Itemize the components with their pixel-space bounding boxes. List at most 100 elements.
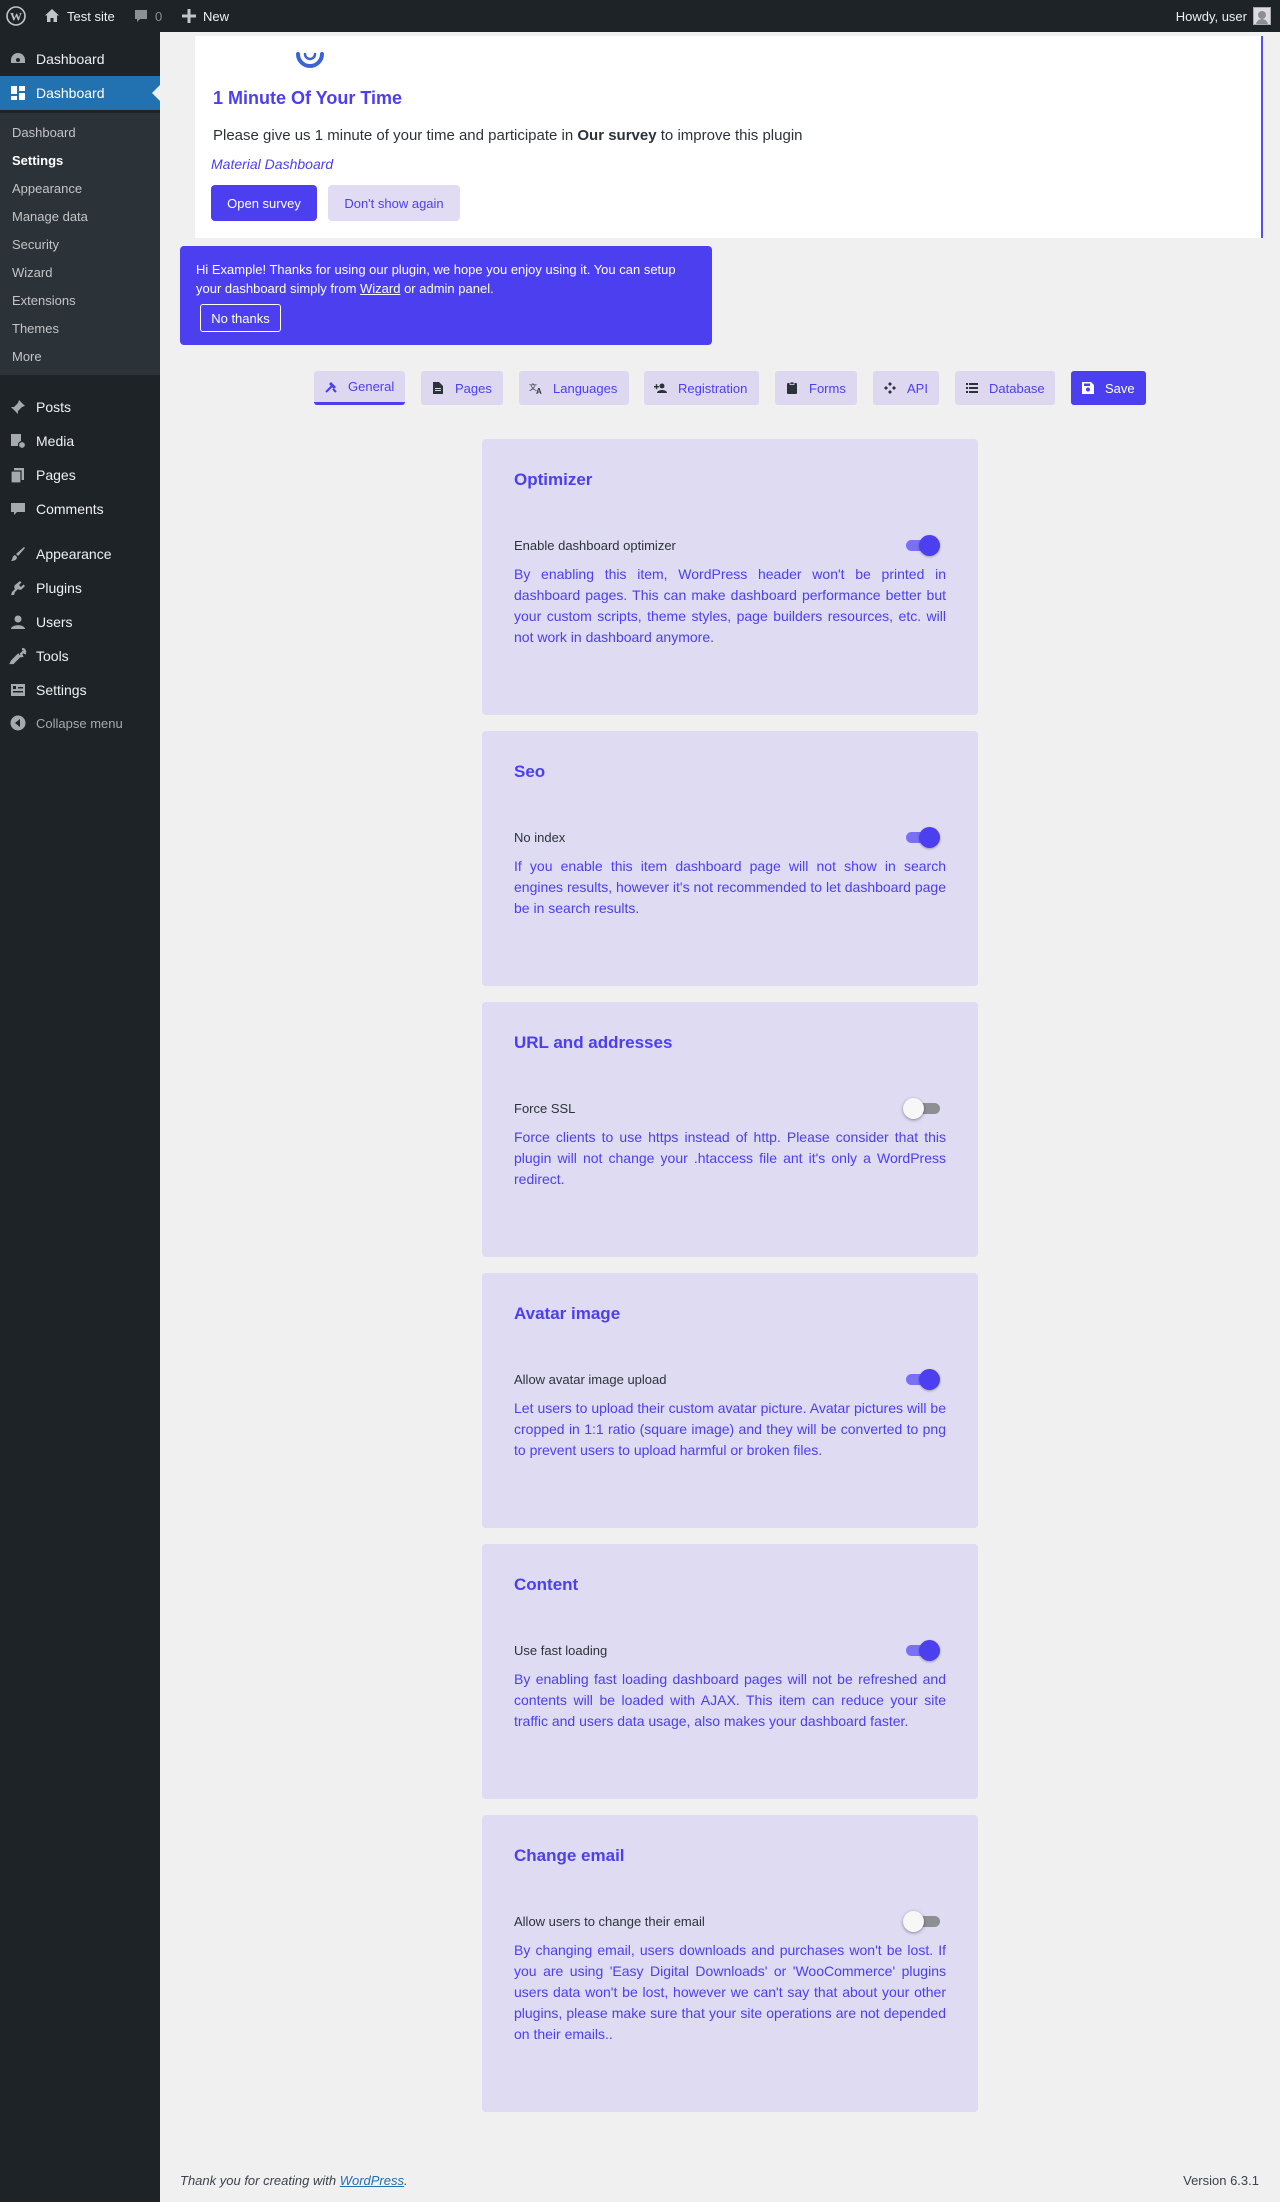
loading-spinner-icon: [296, 52, 324, 68]
svg-text:A: A: [536, 387, 542, 394]
site-name: Test site: [67, 8, 115, 24]
new-content-link[interactable]: New: [181, 0, 229, 32]
card-title: Content: [514, 1575, 579, 1594]
tab-languages[interactable]: 文A Languages: [519, 371, 629, 405]
dashboard-gauge-icon: [0, 50, 36, 68]
menu-label: Media: [36, 433, 75, 449]
comments-link[interactable]: 0: [133, 0, 162, 32]
tab-label: Database: [989, 380, 1045, 396]
wrench-icon: [0, 647, 36, 665]
submenu-item-dashboard[interactable]: Dashboard: [12, 125, 76, 140]
survey-message-text: Please give us 1 minute of your time and…: [213, 127, 578, 144]
no-thanks-button[interactable]: No thanks: [200, 304, 281, 332]
force-ssl-toggle[interactable]: [903, 1098, 940, 1119]
howdy-text: Howdy, user: [1175, 8, 1247, 24]
submenu-item-security[interactable]: Security: [12, 237, 59, 252]
tools-icon: [324, 380, 338, 394]
wordpress-link[interactable]: WordPress: [340, 2173, 404, 2188]
menu-label: Dashboard: [36, 85, 105, 101]
menu-pages[interactable]: Pages: [0, 458, 160, 492]
menu-label: Settings: [36, 682, 87, 698]
no-index-toggle[interactable]: [904, 827, 940, 848]
menu-material-dashboard[interactable]: Dashboard: [0, 76, 160, 110]
my-account-link[interactable]: Howdy, user: [1176, 0, 1271, 32]
avatar: [1253, 7, 1271, 25]
pages-icon: [0, 466, 36, 484]
card-avatar-image: Avatar image Allow avatar image upload L…: [482, 1273, 978, 1528]
dashboard-submenu: Dashboard Settings Appearance Manage dat…: [0, 113, 160, 375]
footer-thanks-end: .: [404, 2173, 408, 2188]
settings-icon: [0, 681, 36, 699]
media-icon: [0, 432, 36, 450]
collapse-label: Collapse menu: [36, 715, 123, 731]
save-icon: [1081, 381, 1095, 395]
collapse-menu-button[interactable]: Collapse menu: [0, 706, 160, 740]
option-label: Enable dashboard optimizer: [514, 538, 676, 553]
tab-database[interactable]: Database: [955, 371, 1055, 405]
submenu-item-more[interactable]: More: [12, 349, 42, 364]
tab-label: Forms: [809, 380, 846, 396]
submenu-item-themes[interactable]: Themes: [12, 321, 59, 336]
dashboard-optimizer-toggle[interactable]: [904, 535, 940, 556]
wordpress-logo-icon[interactable]: W: [6, 0, 26, 32]
submenu-item-manage-data[interactable]: Manage data: [12, 209, 88, 224]
change-email-toggle[interactable]: [903, 1911, 940, 1932]
menu-plugins[interactable]: Plugins: [0, 571, 160, 605]
card-description: By changing email, users downloads and p…: [514, 1942, 946, 2042]
survey-message-text-end: to improve this plugin: [656, 127, 803, 144]
card-title: URL and addresses: [514, 1033, 673, 1052]
tab-label: API: [907, 380, 928, 396]
footer-thanks-text: Thank you for creating with: [180, 2173, 340, 2188]
submenu-item-extensions[interactable]: Extensions: [12, 293, 76, 308]
menu-users[interactable]: Users: [0, 605, 160, 639]
menu-dashboard[interactable]: Dashboard: [0, 42, 160, 76]
tab-pages[interactable]: Pages: [421, 371, 503, 405]
survey-notice: 1 Minute Of Your Time Please give us 1 m…: [195, 36, 1263, 238]
tab-registration[interactable]: Registration: [644, 371, 759, 405]
site-name-link[interactable]: Test site: [43, 0, 115, 32]
menu-label: Pages: [36, 467, 76, 483]
menu-comments[interactable]: Comments: [0, 492, 160, 526]
save-button[interactable]: Save: [1071, 371, 1146, 405]
document-icon: [431, 381, 445, 395]
card-change-email: Change email Allow users to change their…: [482, 1815, 978, 2112]
welcome-text-end: or admin panel.: [400, 281, 494, 296]
submenu-item-wizard[interactable]: Wizard: [12, 265, 52, 280]
footer-version: Version 6.3.1: [1183, 2173, 1259, 2188]
survey-link-text: Our survey: [577, 127, 657, 144]
menu-posts[interactable]: Posts: [0, 390, 160, 424]
menu-label: Posts: [36, 399, 72, 415]
menu-label: Tools: [36, 648, 69, 664]
plug-icon: [0, 579, 36, 597]
menu-media[interactable]: Media: [0, 424, 160, 458]
option-label: Allow users to change their email: [514, 1914, 705, 1929]
avatar-upload-toggle[interactable]: [904, 1369, 940, 1390]
tab-label: Registration: [678, 380, 748, 396]
comment-icon: [0, 500, 36, 518]
option-label: Allow avatar image upload: [514, 1372, 667, 1387]
option-label: Use fast loading: [514, 1643, 608, 1658]
submenu-item-appearance[interactable]: Appearance: [12, 181, 82, 196]
menu-appearance[interactable]: Appearance: [0, 537, 160, 571]
grid-icon: [0, 84, 36, 102]
footer-thanks: Thank you for creating with WordPress.: [180, 2173, 408, 2188]
survey-message: Please give us 1 minute of your time and…: [213, 127, 803, 144]
tab-general[interactable]: General: [314, 371, 405, 405]
open-survey-button[interactable]: Open survey: [211, 185, 317, 221]
svg-text:W: W: [10, 10, 22, 24]
card-title: Avatar image: [514, 1304, 621, 1323]
menu-tools[interactable]: Tools: [0, 639, 160, 673]
pin-icon: [0, 398, 36, 416]
menu-label: Dashboard: [36, 51, 105, 67]
collapse-arrow-icon: [0, 715, 36, 731]
wizard-link[interactable]: Wizard: [360, 281, 400, 296]
menu-settings[interactable]: Settings: [0, 673, 160, 707]
welcome-banner: Hi Example! Thanks for using our plugin,…: [180, 246, 712, 345]
card-optimizer: Optimizer Enable dashboard optimizer By …: [482, 439, 978, 715]
tab-api[interactable]: API: [873, 371, 939, 405]
fast-loading-toggle[interactable]: [904, 1640, 940, 1661]
submenu-item-settings[interactable]: Settings: [12, 153, 63, 168]
plus-icon: [182, 9, 196, 23]
tab-forms[interactable]: Forms: [775, 371, 857, 405]
dont-show-again-button[interactable]: Don't show again: [328, 185, 460, 221]
